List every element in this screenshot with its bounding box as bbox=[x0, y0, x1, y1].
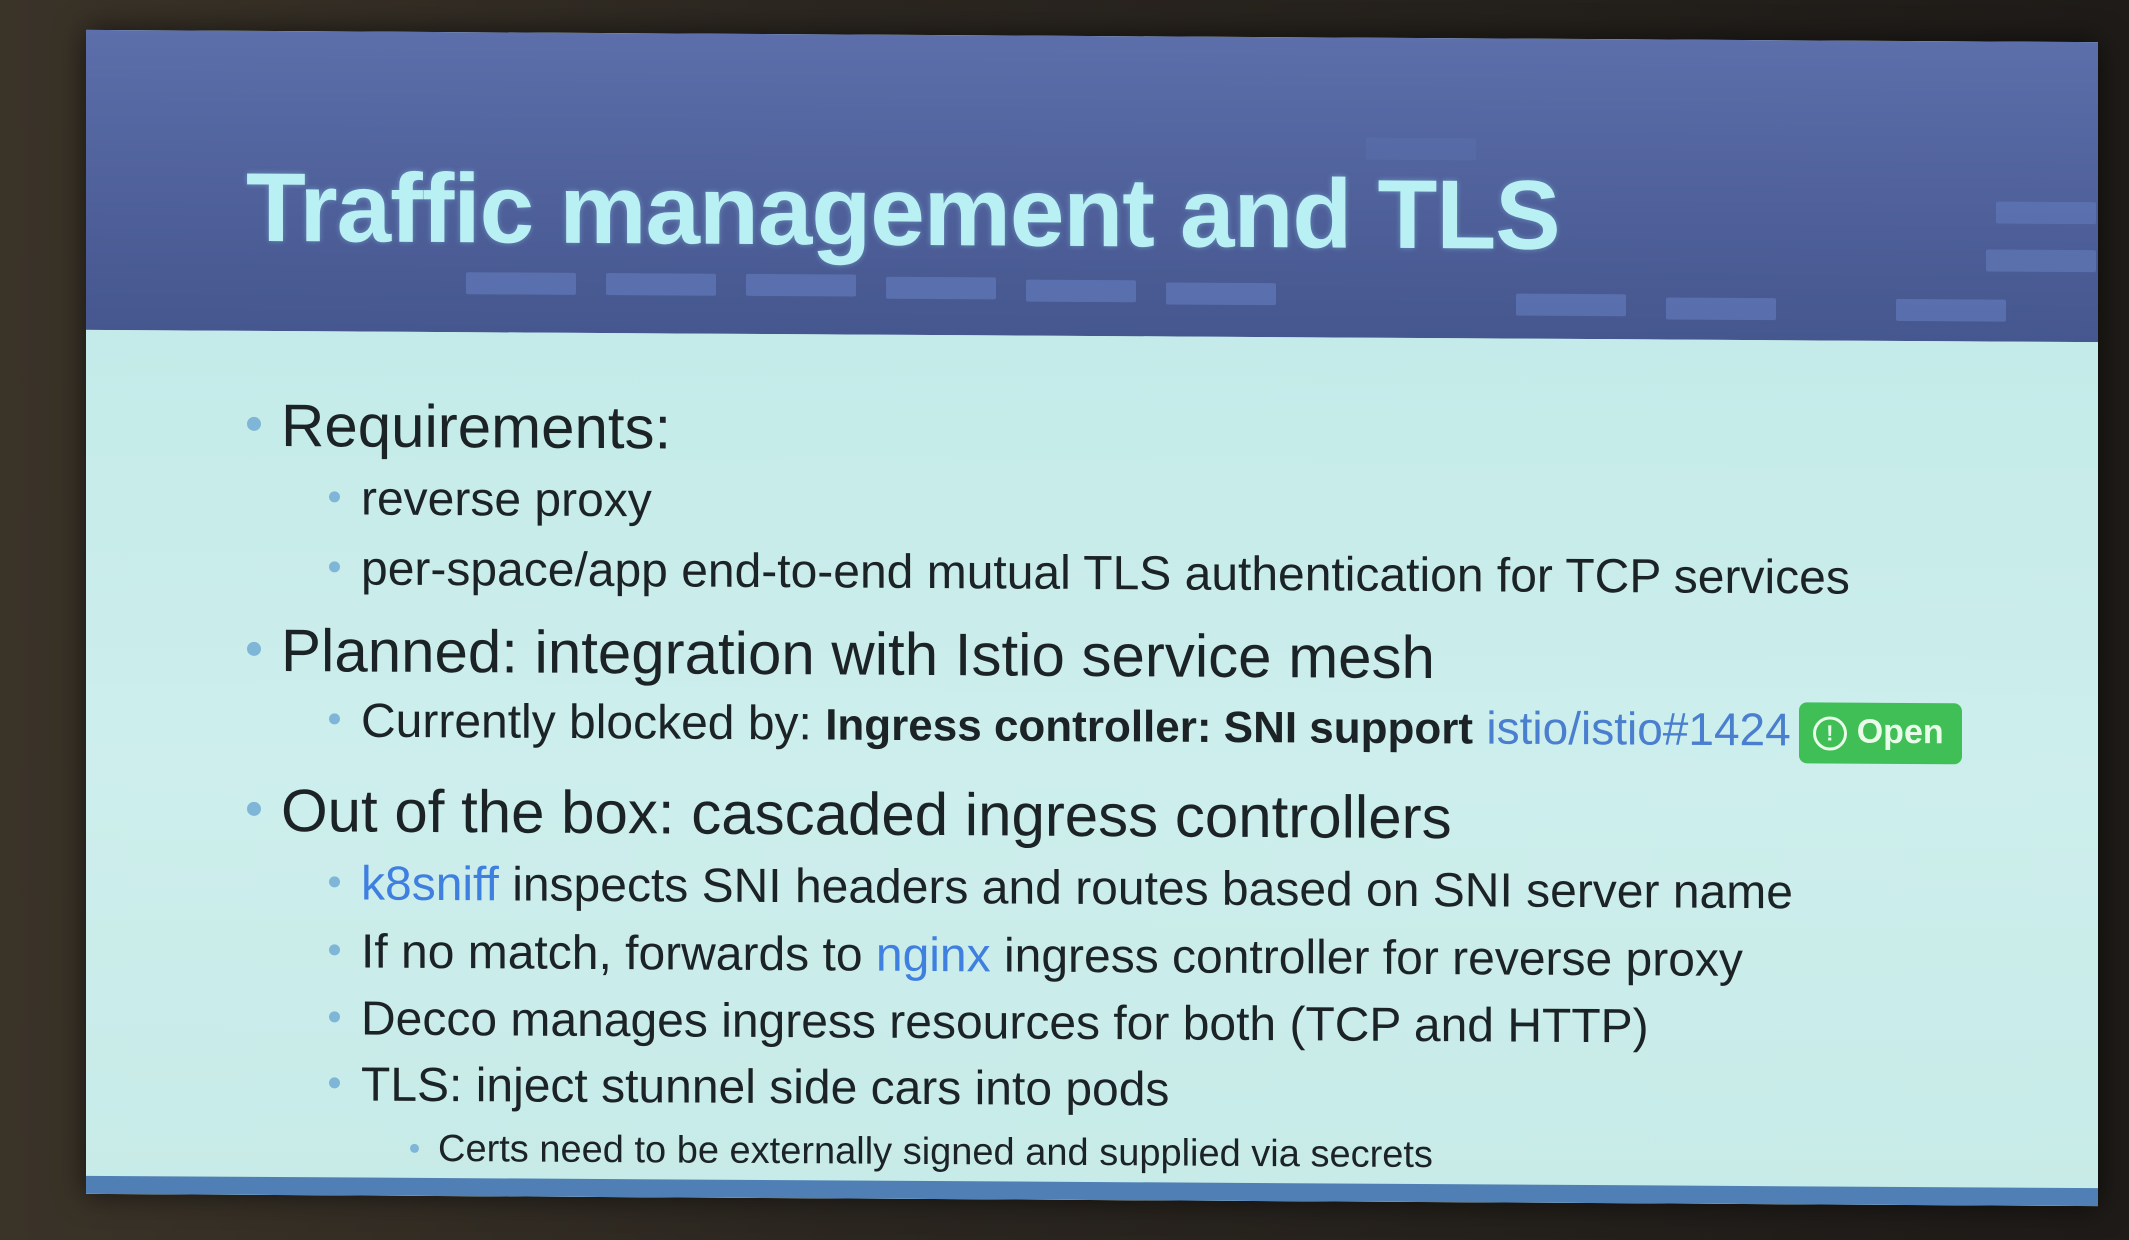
issue-title[interactable]: Ingress controller: SNI support bbox=[825, 701, 1473, 754]
nginx-link[interactable]: nginx bbox=[876, 929, 991, 983]
bullet-text: Planned: integration with Istio service … bbox=[281, 617, 1435, 692]
header-decoration bbox=[1896, 298, 2006, 322]
issue-status-badge: ! Open bbox=[1798, 702, 1962, 765]
bullet-blocked-by: Currently blocked by: Ingress controller… bbox=[329, 694, 1962, 765]
bullet-icon bbox=[247, 416, 261, 431]
bullet-text: If no match, forwards to bbox=[361, 925, 876, 982]
bullet-text: Decco manages ingress resources for both… bbox=[361, 992, 1649, 1054]
bullet-k8sniff: k8sniff inspects SNI headers and routes … bbox=[329, 857, 1793, 921]
bullet-icon bbox=[329, 1011, 340, 1023]
header-decoration bbox=[1986, 249, 2096, 273]
header-decoration bbox=[886, 276, 996, 300]
bullet-text: inspects SNI headers and routes based on… bbox=[498, 858, 1793, 920]
bullet-text: reverse proxy bbox=[361, 472, 652, 528]
bullet-requirements: Requirements: bbox=[247, 391, 672, 462]
bullet-icon bbox=[329, 876, 340, 888]
header-decoration bbox=[1026, 279, 1136, 303]
bullet-icon bbox=[329, 491, 340, 503]
bullet-icon bbox=[329, 713, 340, 725]
bullet-text: Currently blocked by: bbox=[361, 694, 826, 751]
bullet-text: Out of the box: cascaded ingress control… bbox=[281, 777, 1452, 852]
header-decoration bbox=[746, 273, 856, 297]
slide-title: Traffic management and TLS bbox=[246, 151, 1560, 270]
bullet-icon bbox=[247, 801, 261, 816]
bullet-planned: Planned: integration with Istio service … bbox=[247, 616, 1435, 692]
slide-header: Traffic management and TLS bbox=[86, 29, 2098, 343]
bullet-text: Certs need to be externally signed and s… bbox=[438, 1128, 1433, 1177]
bullet-nginx-fallback: If no match, forwards to nginx ingress c… bbox=[329, 925, 1743, 988]
bullet-decco: Decco manages ingress resources for both… bbox=[329, 992, 1649, 1055]
bullet-text: Requirements: bbox=[281, 392, 672, 462]
bullet-text: TLS: inject stunnel side cars into pods bbox=[361, 1058, 1170, 1117]
bullet-reverse-proxy: reverse proxy bbox=[329, 472, 652, 529]
presentation-slide: Traffic management and TLS Requirements:… bbox=[86, 29, 2098, 1207]
header-decoration bbox=[1666, 297, 1776, 321]
issue-open-icon: ! bbox=[1812, 716, 1847, 751]
bullet-icon bbox=[247, 641, 261, 656]
badge-label: Open bbox=[1856, 712, 1944, 752]
header-decoration bbox=[1996, 201, 2096, 225]
bullet-tls-stunnel: TLS: inject stunnel side cars into pods bbox=[329, 1058, 1170, 1118]
bullet-icon bbox=[329, 944, 340, 956]
header-decoration bbox=[1366, 137, 1476, 161]
k8sniff-link[interactable]: k8sniff bbox=[361, 858, 499, 912]
slide-body: Requirements: reverse proxy per-space/ap… bbox=[86, 329, 2098, 1207]
bullet-text: per-space/app end-to-end mutual TLS auth… bbox=[361, 542, 1850, 605]
bullet-icon bbox=[329, 561, 340, 573]
bullet-out-of-box: Out of the box: cascaded ingress control… bbox=[247, 776, 1452, 852]
bullet-icon bbox=[329, 1077, 340, 1089]
bullet-certs: Certs need to be externally signed and s… bbox=[410, 1128, 1433, 1177]
bullet-icon bbox=[410, 1143, 419, 1153]
issue-reference-link[interactable]: istio/istio#1424 bbox=[1486, 702, 1790, 756]
bullet-text: ingress controller for reverse proxy bbox=[990, 929, 1743, 987]
header-decoration bbox=[606, 273, 716, 296]
header-decoration bbox=[466, 272, 576, 295]
bullet-mutual-tls: per-space/app end-to-end mutual TLS auth… bbox=[329, 542, 1850, 606]
header-decoration bbox=[1166, 282, 1276, 306]
header-decoration bbox=[1516, 293, 1626, 317]
